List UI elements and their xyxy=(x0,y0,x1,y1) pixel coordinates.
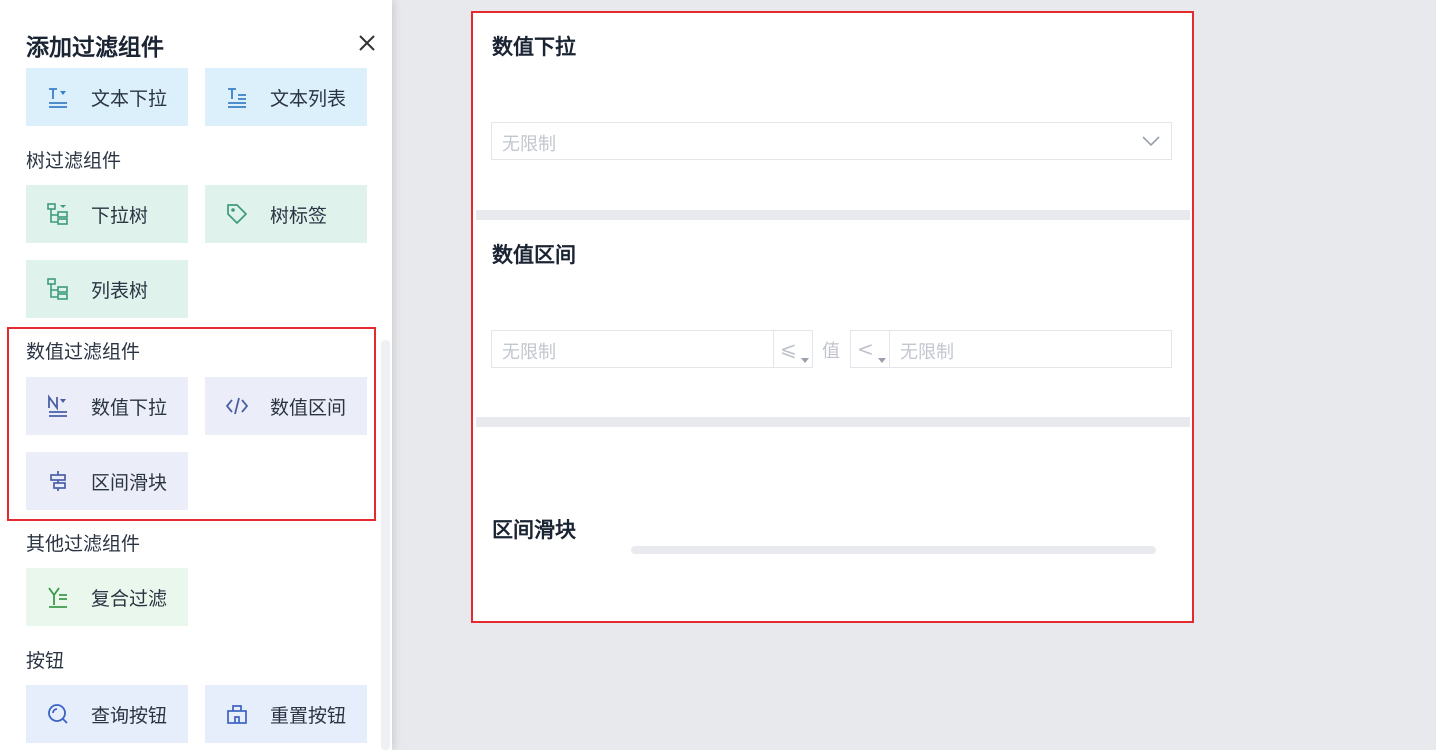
section-button-label: 按钮 xyxy=(26,650,65,672)
range-min-input[interactable]: 无限制 xyxy=(491,330,774,368)
query-button-label: 查询按钮 xyxy=(91,704,168,727)
tree-dropdown-icon xyxy=(47,203,68,225)
dashboard-canvas xyxy=(472,12,1192,621)
number-dropdown-placeholder: 无限制 xyxy=(502,134,556,155)
right-operator-symbol: < xyxy=(857,337,874,361)
section-other-label: 其他过滤组件 xyxy=(26,533,141,555)
reset-button-label: 重置按钮 xyxy=(270,704,347,727)
tree-dropdown-item[interactable]: 下拉树 xyxy=(26,185,188,243)
tree-list-icon xyxy=(47,278,68,300)
query-button-item[interactable]: 查询按钮 xyxy=(26,685,188,743)
text-list-icon xyxy=(228,88,246,108)
tree-tag-label: 树标签 xyxy=(270,204,328,227)
close-icon[interactable] xyxy=(356,32,378,54)
code-range-icon xyxy=(225,397,249,415)
number-range-item[interactable]: 数值区间 xyxy=(205,377,367,435)
range-max-input[interactable]: 无限制 xyxy=(889,330,1172,368)
range-min-placeholder: 无限制 xyxy=(502,342,556,363)
section-tree-label: 树过滤组件 xyxy=(26,150,122,172)
text-list-item[interactable]: 文本列表 xyxy=(205,68,367,126)
range-max-placeholder: 无限制 xyxy=(900,342,954,363)
tree-list-label: 列表树 xyxy=(91,279,149,302)
caret-down-icon xyxy=(801,358,809,363)
composite-filter-item[interactable]: 复合过滤 xyxy=(26,568,188,626)
number-dropdown-icon xyxy=(48,394,67,417)
widget-divider xyxy=(476,417,1190,427)
number-range-widget-title: 数值区间 xyxy=(492,243,576,267)
range-slider-item[interactable]: 区间滑块 xyxy=(26,452,188,510)
section-number-label: 数值过滤组件 xyxy=(26,341,141,363)
caret-down-icon xyxy=(878,358,886,363)
range-value-label: 值 xyxy=(822,341,840,362)
range-slider-label: 区间滑块 xyxy=(91,471,168,494)
number-range-label: 数值区间 xyxy=(270,396,347,419)
tree-tag-item[interactable]: 树标签 xyxy=(205,185,367,243)
text-dropdown-icon xyxy=(49,88,67,108)
slider-icon xyxy=(50,471,66,491)
widget-divider xyxy=(476,210,1190,220)
panel-scrollbar[interactable] xyxy=(381,340,390,750)
add-filter-panel: 添加过滤组件 文本下拉 文本列表 树过滤组件 下拉树 树标签 列表树 数值过滤组… xyxy=(0,0,392,750)
search-icon xyxy=(48,704,68,724)
tree-list-item[interactable]: 列表树 xyxy=(26,260,188,318)
composite-filter-icon xyxy=(48,587,67,608)
text-dropdown-label: 文本下拉 xyxy=(91,87,168,110)
text-dropdown-item[interactable]: 文本下拉 xyxy=(26,68,188,126)
left-operator-symbol: ⩽ xyxy=(780,337,797,361)
range-right-operator[interactable]: < xyxy=(850,330,890,368)
number-dropdown-widget-title: 数值下拉 xyxy=(492,35,576,59)
tag-icon xyxy=(227,204,247,224)
reset-icon xyxy=(227,705,247,724)
number-dropdown-item[interactable]: 数值下拉 xyxy=(26,377,188,435)
tree-dropdown-label: 下拉树 xyxy=(91,204,149,227)
range-slider-track[interactable] xyxy=(631,546,1156,554)
range-slider-widget-title: 区间滑块 xyxy=(492,518,576,542)
range-left-operator[interactable]: ⩽ xyxy=(773,330,813,368)
reset-button-item[interactable]: 重置按钮 xyxy=(205,685,367,743)
text-list-label: 文本列表 xyxy=(270,87,347,110)
chevron-down-icon xyxy=(1142,136,1160,147)
panel-title: 添加过滤组件 xyxy=(26,35,164,61)
number-dropdown-label: 数值下拉 xyxy=(91,396,168,419)
composite-filter-label: 复合过滤 xyxy=(91,587,168,610)
number-dropdown-select[interactable]: 无限制 xyxy=(491,122,1172,160)
